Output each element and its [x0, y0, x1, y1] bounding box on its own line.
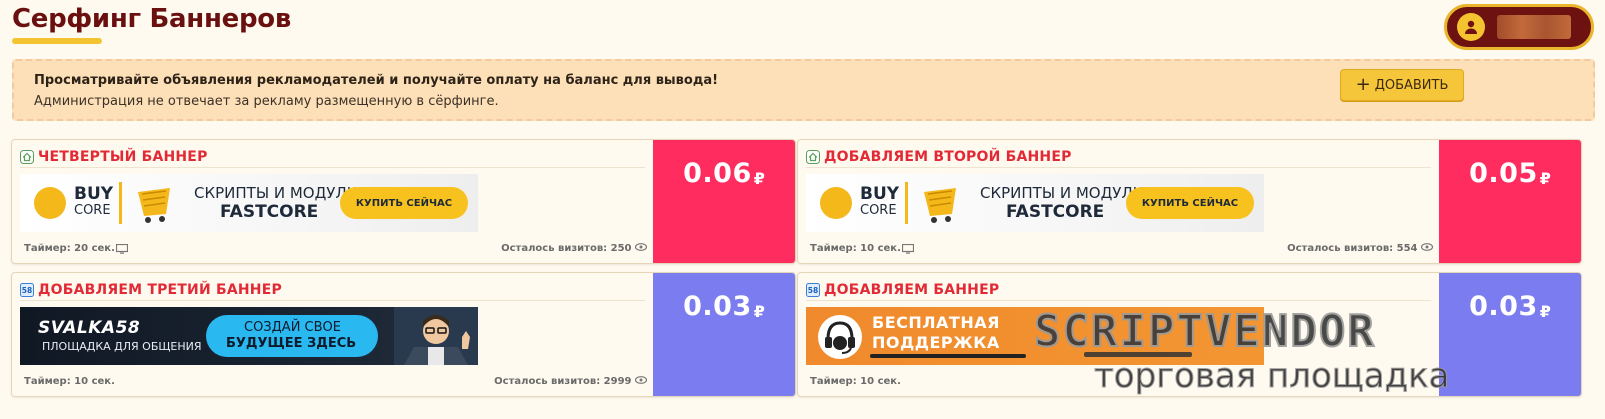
watermark-logo: SCRIPTVENDOR	[1033, 305, 1376, 358]
price-value: 0.05	[1469, 158, 1538, 189]
watermark-bar	[1084, 352, 1192, 357]
favicon-text: 58	[808, 286, 818, 295]
banner-cta: КУПИТЬ СЕЙЧАС	[1126, 187, 1254, 219]
banner-text: СКРИПТЫ И МОДУЛИ	[980, 184, 1144, 202]
eye-icon	[634, 376, 648, 384]
banner-brand: BUY	[860, 184, 900, 204]
site-favicon-icon: 58	[806, 282, 820, 297]
banner-text-line1: БЕСПЛАТНАЯ	[872, 313, 1000, 332]
desktop-icon	[116, 244, 128, 254]
banner-text: СКРИПТЫ И МОДУЛИ	[194, 184, 358, 202]
visits-left: Осталось визитов: 250	[501, 243, 648, 254]
banner-brand-sub: CORE	[860, 203, 897, 218]
ruble-icon: ₽	[1539, 302, 1551, 321]
headset-icon	[818, 315, 862, 359]
title-underline	[12, 38, 102, 44]
banner-separator	[119, 182, 122, 224]
card-title[interactable]: ЧЕТВЕРТЫЙ БАННЕР	[38, 149, 208, 165]
person-icon	[394, 307, 478, 365]
card-title[interactable]: ДОБАВЛЯЕМ ТРЕТИЙ БАННЕР	[38, 282, 282, 298]
timer-label: Таймер: 10 сек.	[810, 376, 901, 387]
price-value: 0.06	[683, 158, 752, 189]
ruble-icon: ₽	[753, 302, 765, 321]
timer-label: Таймер: 10 сек.	[810, 243, 901, 254]
timer-label: Таймер: 20 сек.	[24, 243, 115, 254]
cart-icon	[924, 188, 956, 223]
home-icon	[20, 149, 34, 164]
visits-label: Осталось визитов: 250	[501, 243, 632, 254]
favicon-text: 58	[22, 286, 32, 295]
banner-text: ПЛОЩАДКА ДЛЯ ОБЩЕНИЯ	[42, 340, 202, 353]
banner-card[interactable]: ДОБАВЛЯЕМ ВТОРОЙ БАННЕР BUY CORE СКРИПТЫ…	[797, 139, 1582, 264]
banner-text-line2: ПОДДЕРЖКА	[872, 333, 1000, 352]
eye-icon	[1420, 243, 1434, 251]
desktop-icon	[902, 244, 914, 254]
ruble-icon: ₽	[1539, 169, 1551, 188]
buycore-logo-icon	[820, 187, 852, 219]
price-value: 0.03	[1469, 291, 1538, 322]
banner-underline	[870, 354, 1026, 358]
user-menu[interactable]	[1444, 4, 1594, 50]
buycore-logo-icon	[34, 187, 66, 219]
info-bold-text: Просматривайте объявления рекламодателей…	[34, 73, 719, 88]
banner-cta: КУПИТЬ СЕЙЧАС	[340, 187, 468, 219]
banner-card[interactable]: 58 ДОБАВЛЯЕМ ТРЕТИЙ БАННЕР SVALKA58 ПЛОЩ…	[11, 272, 796, 397]
visits-label: Осталось визитов: 2999	[494, 376, 632, 387]
home-icon	[806, 149, 820, 164]
visits-label: Осталось визитов: 554	[1287, 243, 1418, 254]
banner-card[interactable]: ЧЕТВЕРТЫЙ БАННЕР BUY CORE СКРИПТЫ И МОДУ…	[11, 139, 796, 264]
card-title[interactable]: ДОБАВЛЯЕМ ВТОРОЙ БАННЕР	[824, 149, 1072, 165]
banner-text-bold: FASTCORE	[1006, 202, 1105, 222]
timer-label: Таймер: 10 сек.	[24, 376, 115, 387]
banner-separator	[905, 182, 908, 224]
add-button-label: ДОБАВИТЬ	[1374, 77, 1449, 93]
price-panel[interactable]: 0.06 ₽	[653, 140, 795, 263]
site-favicon-icon: 58	[20, 282, 34, 297]
banner-cta-line1: СОЗДАЙ СВОЕ	[244, 320, 341, 335]
price-value: 0.03	[683, 291, 752, 322]
banner-brand: SVALKA58	[38, 318, 141, 338]
price-panel[interactable]: 0.03 ₽	[653, 273, 795, 396]
watermark-subtitle: торговая площадка	[1094, 356, 1450, 397]
info-box: Просматривайте объявления рекламодателей…	[12, 59, 1595, 121]
user-name-blurred	[1497, 15, 1571, 39]
price-panel[interactable]: 0.03 ₽	[1439, 273, 1581, 396]
banner-image[interactable]: BUY CORE СКРИПТЫ И МОДУЛИ FASTCORE КУПИТ…	[806, 174, 1264, 232]
add-banner-button[interactable]: + ДОБАВИТЬ	[1340, 69, 1464, 101]
price-panel[interactable]: 0.05 ₽	[1439, 140, 1581, 263]
cart-icon	[138, 188, 170, 223]
card-title[interactable]: ДОБАВЛЯЕМ БАННЕР	[824, 282, 999, 298]
banner-brand: BUY	[74, 184, 114, 204]
visits-left: Осталось визитов: 554	[1287, 243, 1434, 254]
eye-icon	[634, 243, 648, 251]
banner-brand-sub: CORE	[74, 203, 111, 218]
info-disclaimer: Администрация не отвечает за рекламу раз…	[34, 94, 499, 109]
banner-cta-line2: БУДУЩЕЕ ЗДЕСЬ	[226, 336, 357, 351]
plus-icon: +	[1355, 74, 1371, 95]
banner-text-bold: FASTCORE	[220, 202, 319, 222]
visits-left: Осталось визитов: 2999	[494, 376, 648, 387]
ruble-icon: ₽	[753, 169, 765, 188]
banner-image[interactable]: SVALKA58 ПЛОЩАДКА ДЛЯ ОБЩЕНИЯ СОЗДАЙ СВО…	[20, 307, 478, 365]
user-icon	[1457, 13, 1485, 41]
banner-image[interactable]: BUY CORE СКРИПТЫ И МОДУЛИ FASTCORE КУПИТ…	[20, 174, 478, 232]
page-title: Серфинг Баннеров	[12, 4, 291, 34]
